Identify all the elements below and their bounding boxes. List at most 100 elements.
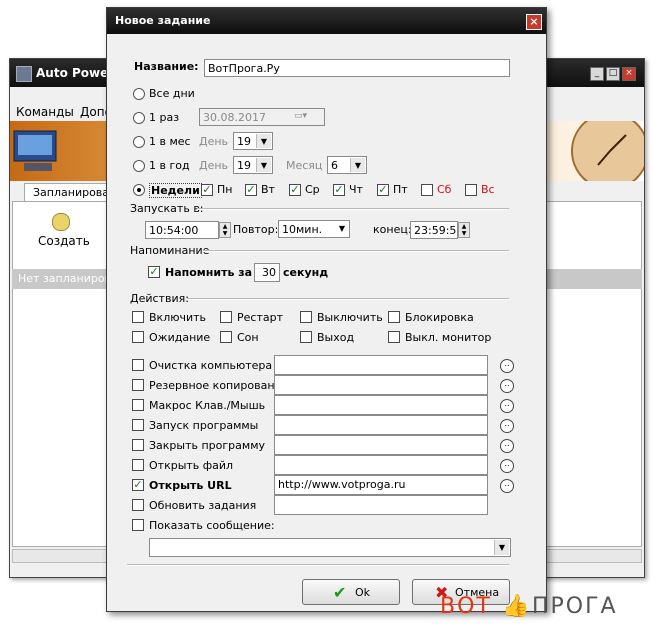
restart-label: Рестарт: [237, 311, 283, 324]
checkbox-macro[interactable]: [132, 399, 144, 411]
yearly-month-select[interactable]: 6 ▼: [327, 156, 367, 174]
actions-group-label: Действия:: [130, 292, 189, 305]
checkbox-power-on[interactable]: [132, 311, 144, 323]
checkbox-restart[interactable]: [220, 311, 232, 323]
open-file-input[interactable]: [274, 455, 488, 475]
reminder-text-before: Напомнить за: [165, 266, 253, 279]
chevron-down-icon: ▼: [256, 134, 271, 148]
reminder-checkbox[interactable]: ✓: [148, 266, 160, 278]
once-label: 1 раз: [149, 111, 180, 124]
checkbox-monitor-off[interactable]: [388, 331, 400, 343]
backup-browse-button[interactable]: ..: [500, 379, 514, 393]
cleanup-label: Очистка компьютера: [149, 359, 273, 372]
checkbox-sat[interactable]: [421, 184, 433, 196]
ok-label: Ok: [355, 586, 371, 599]
cleanup-browse-button[interactable]: ..: [500, 359, 514, 373]
checkbox-logout[interactable]: [300, 331, 312, 343]
checkbox-open-url[interactable]: ✓: [132, 479, 144, 491]
every-day-label: Все дни: [149, 87, 195, 100]
once-date-picker[interactable]: 30.08.2017 ▭▾: [199, 108, 325, 126]
create-button-label[interactable]: Создать: [38, 234, 90, 248]
tab-scheduled[interactable]: Запланирован: [24, 183, 116, 202]
macro-input[interactable]: [274, 395, 488, 415]
reminder-group-divider: [203, 250, 509, 252]
start-group-divider: [197, 208, 509, 210]
radio-yearly[interactable]: [133, 160, 145, 172]
radio-every-day[interactable]: [133, 88, 145, 100]
yearly-month-label: Месяц: [286, 159, 323, 172]
ok-button[interactable]: ✔ Ok: [302, 579, 400, 605]
watermark-part1: ВОТ: [440, 594, 492, 619]
dialog-close-icon[interactable]: ×: [526, 14, 542, 30]
checkbox-cleanup[interactable]: [132, 359, 144, 371]
reminder-text-after: секунд: [283, 266, 329, 279]
checkbox-sun[interactable]: [465, 184, 477, 196]
checkbox-standby[interactable]: [132, 331, 144, 343]
checkbox-mon[interactable]: ✓: [201, 184, 213, 196]
cleanup-input[interactable]: [274, 355, 488, 375]
maximize-icon[interactable]: □: [606, 67, 620, 81]
checkbox-show-message[interactable]: [132, 519, 144, 531]
monthly-day-select[interactable]: 19 ▼: [233, 132, 273, 150]
menu-commands[interactable]: Команды: [16, 105, 74, 119]
checkbox-thu[interactable]: ✓: [333, 184, 345, 196]
end-time-spinner[interactable]: ▲ ▼: [458, 222, 470, 238]
macro-browse-button[interactable]: ..: [500, 399, 514, 413]
sleep-label: Сон: [237, 331, 259, 344]
end-label: конец:: [373, 223, 412, 236]
logout-label: Выход: [317, 331, 355, 344]
yearly-month-value: 6: [331, 159, 338, 172]
monthly-label: 1 в мес: [149, 135, 191, 148]
bottom-divider: [127, 564, 509, 566]
checkbox-refresh-tasks[interactable]: [132, 499, 144, 511]
start-time-input[interactable]: 10:54:00: [145, 221, 219, 239]
yearly-day-select[interactable]: 19 ▼: [233, 156, 273, 174]
checkbox-shutdown[interactable]: [300, 311, 312, 323]
thumbs-up-icon: 👍: [502, 594, 532, 619]
message-select[interactable]: ▼: [149, 538, 511, 557]
start-time-spinner[interactable]: ▲ ▼: [219, 222, 231, 238]
end-time-input[interactable]: 23:59:59: [410, 221, 458, 239]
checkbox-close-program[interactable]: [132, 439, 144, 451]
checkbox-fri[interactable]: ✓: [377, 184, 389, 196]
tab-scheduled-label: Запланирован: [33, 186, 117, 199]
watermark-logo: ВОТ 👍 ПРОГА: [440, 594, 646, 624]
open-url-input[interactable]: http://www.votproga.ru: [274, 475, 488, 495]
repeat-select[interactable]: 10мин. ▼: [278, 220, 350, 238]
minimize-icon[interactable]: _: [590, 67, 604, 81]
checkbox-backup[interactable]: [132, 379, 144, 391]
refresh-tasks-input[interactable]: [274, 495, 488, 515]
radio-weekly[interactable]: [133, 184, 145, 196]
calendar-icon: ▭▾: [294, 111, 308, 121]
once-date-value: 30.08.2017: [203, 111, 266, 124]
reminder-seconds-input[interactable]: 30: [254, 263, 280, 282]
dialog-titlebar: Новое задание ×: [107, 8, 546, 34]
close-program-browse-button[interactable]: ..: [500, 439, 514, 453]
checkbox-run-program[interactable]: [132, 419, 144, 431]
close-icon[interactable]: ×: [622, 67, 636, 81]
open-file-browse-button[interactable]: ..: [500, 459, 514, 473]
checkbox-open-file[interactable]: [132, 459, 144, 471]
weekly-label: Недели: [149, 183, 202, 198]
checkbox-wed[interactable]: ✓: [289, 184, 301, 196]
checkbox-sleep[interactable]: [220, 331, 232, 343]
create-icon[interactable]: [52, 213, 70, 231]
backup-input[interactable]: [274, 375, 488, 395]
chevron-down-icon: ▼: [350, 158, 365, 172]
checkbox-tue[interactable]: ✓: [245, 184, 257, 196]
close-program-input[interactable]: [274, 435, 488, 455]
open-url-label: Открыть URL: [149, 479, 232, 492]
open-file-label: Открыть файл: [149, 459, 234, 472]
run-program-browse-button[interactable]: ..: [500, 419, 514, 433]
name-input[interactable]: ВотПрога.Ру: [204, 59, 510, 77]
checkbox-lock[interactable]: [388, 311, 400, 323]
radio-monthly[interactable]: [133, 136, 145, 148]
yearly-day-value: 19: [237, 159, 251, 172]
radio-once[interactable]: [133, 112, 145, 124]
chevron-down-icon: ▼: [338, 224, 345, 233]
run-program-input[interactable]: [274, 415, 488, 435]
day-sun-label: Вс: [481, 183, 495, 196]
day-thu-label: Чт: [349, 183, 363, 196]
watermark-part2: ПРОГА: [532, 594, 618, 619]
open-url-browse-button[interactable]: ..: [500, 479, 514, 493]
